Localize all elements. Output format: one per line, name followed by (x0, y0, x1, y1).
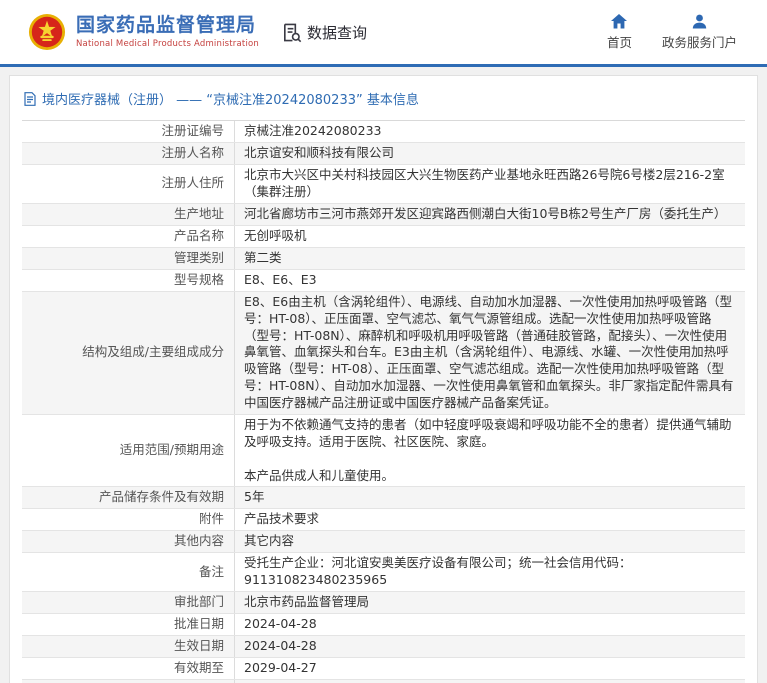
table-row-attachment: 附件 产品技术要求 (22, 509, 745, 532)
table-row-expiry-date: 有效期至 2029-04-27 (22, 658, 745, 681)
table-row-remarks: 备注 受托生产企业：河北谊安奥美医疗设备有限公司；统一社会信用代码：911310… (22, 553, 745, 593)
row-value: 2024-04-28 (244, 616, 317, 632)
row-label: 附件 (22, 509, 235, 531)
table-row-effective-date: 生效日期 2024-04-28 (22, 636, 745, 659)
nav-home[interactable]: 首页 (606, 13, 632, 51)
row-label: 有效期至 (22, 658, 235, 680)
row-value: 5年 (244, 489, 265, 505)
agency-name-cn: 国家药品监督管理局 (76, 14, 257, 37)
table-row-cert-number: 注册证编号 京械注准20242080233 (22, 121, 745, 143)
row-label: 注册证编号 (22, 121, 235, 142)
content-area: 境内医疗器械（注册） —— “京械注准20242080233” 基本信息 注册证… (0, 67, 767, 683)
detail-card: 境内医疗器械（注册） —— “京械注准20242080233” 基本信息 注册证… (9, 75, 758, 683)
national-emblem-icon (28, 13, 66, 51)
table-row-registrant-name: 注册人名称 北京谊安和顺科技有限公司 (22, 143, 745, 165)
row-label: 管理类别 (22, 247, 235, 269)
registration-info-table: 注册证编号 京械注准20242080233 注册人名称 北京谊安和顺科技有限公司… (22, 120, 745, 683)
table-row-intended-use: 适用范围/预期用途 用于为不依赖通气支持的患者（如中轻度呼吸衰竭和呼吸功能不全的… (22, 414, 745, 488)
row-value: 产品技术要求 (244, 511, 320, 527)
row-label: 型号规格 (22, 269, 235, 291)
row-value: 2024-04-28 (244, 638, 317, 654)
row-value: 北京市药品监督管理局 (244, 594, 370, 610)
table-row-approval-date: 批准日期 2024-04-28 (22, 614, 745, 637)
row-label: 生效日期 (22, 636, 235, 658)
row-label: 注册人名称 (22, 143, 235, 164)
row-label: 生产地址 (22, 203, 235, 225)
table-row-storage-validity: 产品储存条件及有效期 5年 (22, 487, 745, 510)
row-label: 适用范围/预期用途 (22, 414, 235, 487)
nav-portal-label: 政务服务门户 (661, 34, 737, 50)
breadcrumb-text: 境内医疗器械（注册） —— “京械注准20242080233” 基本信息 (42, 93, 419, 108)
site-header: 国家药品监督管理局 National Medical Products Admi… (0, 0, 767, 64)
home-icon (611, 13, 628, 29)
agency-name-en: National Medical Products Administration (76, 38, 259, 49)
row-label: 批准日期 (22, 614, 235, 636)
row-label: 产品储存条件及有效期 (22, 487, 235, 509)
data-query-tab[interactable]: 数据查询 (281, 22, 367, 43)
table-row-other-content: 其他内容 其它内容 (22, 531, 745, 554)
row-label: 其他内容 (22, 531, 235, 553)
row-value: 河北省廊坊市三河市燕郊开发区迎宾路西侧潮白大街10号B栋2号生产厂房（委托生产） (244, 205, 727, 221)
table-row-model-spec: 型号规格 E8、E6、E3 (22, 269, 745, 292)
document-search-icon (281, 22, 302, 43)
nav-portal[interactable]: 政务服务门户 (662, 14, 737, 51)
table-row-management-class: 管理类别 第二类 (22, 247, 745, 270)
table-row-production-address: 生产地址 河北省廊坊市三河市燕郊开发区迎宾路西侧潮白大街10号B栋2号生产厂房（… (22, 203, 745, 226)
row-label: 备注 (22, 553, 235, 592)
row-value: 京械注准20242080233 (244, 123, 382, 139)
row-value: 无创呼吸机 (244, 227, 307, 243)
data-query-label: 数据查询 (307, 23, 368, 42)
row-label: 结构及组成/主要组成成分 (22, 291, 235, 414)
nav-home-label: 首页 (606, 34, 632, 50)
row-label: 审批部门 (22, 592, 235, 614)
user-icon (692, 14, 707, 29)
row-value: 2029-04-27 (244, 660, 317, 676)
row-value: 其它内容 (244, 533, 295, 549)
row-value: E8、E6由主机（含涡轮组件）、电源线、自动加水加湿器、一次性使用加热呼吸管路（… (244, 293, 734, 410)
agency-logo[interactable]: 国家药品监督管理局 National Medical Products Admi… (28, 13, 259, 51)
top-nav: 首页 政务服务门户 (606, 13, 737, 51)
row-value: 受托生产企业：河北谊安奥美医疗设备有限公司；统一社会信用代码：911310823… (244, 555, 632, 588)
agency-titles: 国家药品监督管理局 National Medical Products Admi… (76, 14, 259, 49)
table-row-product-name: 产品名称 无创呼吸机 (22, 225, 745, 248)
row-value: 用于为不依赖通气支持的患者（如中轻度呼吸衰竭和呼吸功能不全的患者）提供通气辅助及… (244, 416, 732, 483)
breadcrumb: 境内医疗器械（注册） —— “京械注准20242080233” 基本信息 (10, 76, 757, 119)
table-row-registrant-address: 注册人住所 北京市大兴区中关村科技园区大兴生物医药产业基地永旺西路26号院6号楼… (22, 165, 745, 204)
row-value: 北京谊安和顺科技有限公司 (244, 145, 395, 161)
row-label: 产品名称 (22, 225, 235, 247)
document-icon (24, 91, 36, 106)
row-label: 注册人住所 (22, 165, 235, 203)
row-value: E8、E6、E3 (244, 271, 317, 287)
row-value: 第二类 (244, 249, 282, 265)
table-row-composition: 结构及组成/主要组成成分 E8、E6由主机（含涡轮组件）、电源线、自动加水加湿器… (22, 291, 745, 415)
row-value: 北京市大兴区中关村科技园区大兴生物医药产业基地永旺西路26号院6号楼2层216-… (244, 167, 725, 199)
table-row-approval-department: 审批部门 北京市药品监督管理局 (22, 592, 745, 615)
